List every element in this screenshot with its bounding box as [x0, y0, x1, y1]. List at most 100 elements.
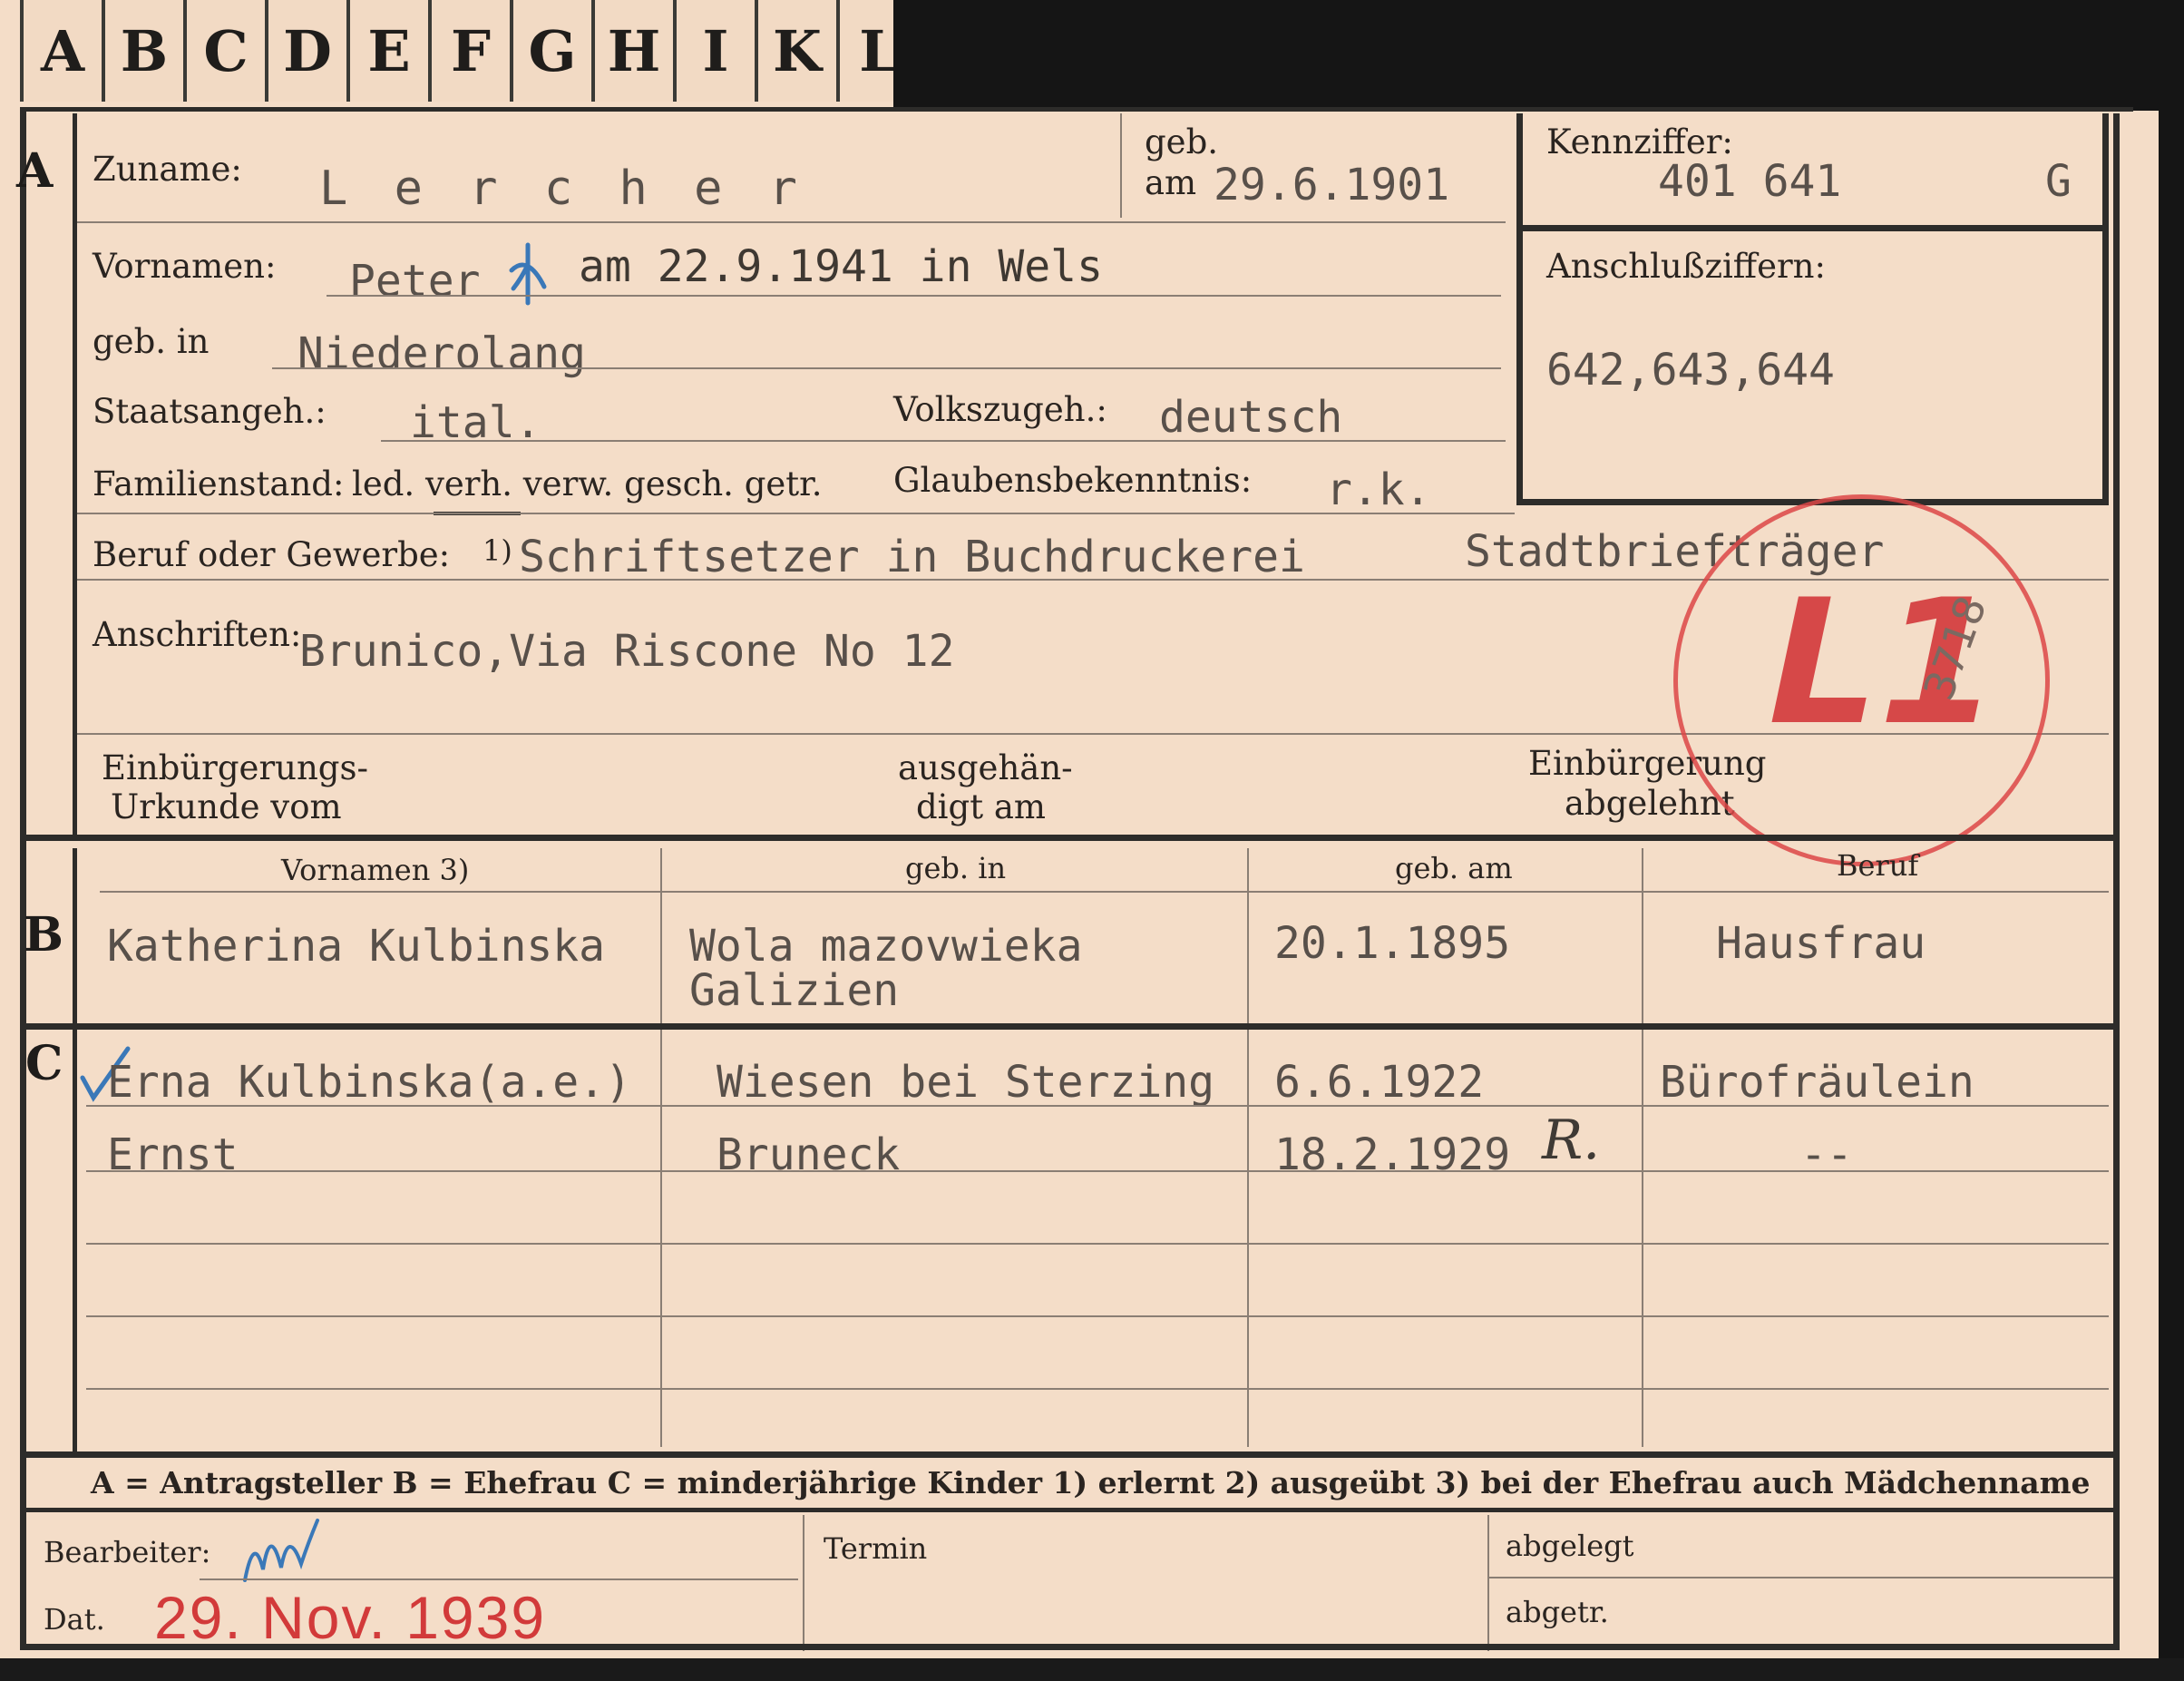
- legend-text: A = Antragsteller B = Ehefrau C = minder…: [91, 1465, 2091, 1500]
- beruf-label: Beruf oder Gewerbe:: [93, 535, 451, 574]
- spouse-header-rule: [100, 891, 2109, 893]
- familienstand-options: led. verh. verw. gesch. getr.: [352, 464, 823, 503]
- kennziffer-box-left: [1516, 113, 1523, 505]
- index-tab-e[interactable]: E: [350, 0, 432, 102]
- geb-divider: [1120, 113, 1122, 218]
- index-tab-b[interactable]: B: [105, 0, 187, 102]
- section-b-letter: B: [24, 907, 63, 963]
- l1-stamp-text: L1: [1747, 562, 2020, 763]
- geb-in-rule: [272, 367, 1501, 369]
- child-rule-2: [86, 1170, 2109, 1172]
- geb-label: geb.: [1145, 122, 1219, 161]
- child-1-geb-am: 6.6.1922: [1274, 1057, 1485, 1108]
- abgelegt-label: abgelegt: [1506, 1529, 1634, 1563]
- abgelegt-rule: [1487, 1577, 2113, 1578]
- familienstand-label: Familienstand:: [93, 464, 345, 503]
- kennziffer-value: 401 641: [1658, 156, 1842, 207]
- child-2-handwritten-mark: R.: [1542, 1109, 1601, 1172]
- right-border: [2113, 113, 2120, 1647]
- geb-in-value: Niederolang: [297, 328, 586, 379]
- death-note: am 22.9.1941 in Wels: [579, 241, 1103, 292]
- anschrift-value: Brunico,Via Riscone No 12: [299, 626, 955, 677]
- index-tab-f[interactable]: F: [432, 0, 513, 102]
- ausgeh-label-2: digt am: [916, 787, 1046, 826]
- section-bc-margin-line: [73, 848, 77, 1451]
- glauben-label: Glaubensbekenntnis:: [893, 461, 1253, 500]
- col-divider-1: [660, 848, 662, 1447]
- col-divider-2: [1247, 848, 1249, 1447]
- index-tab-d[interactable]: D: [268, 0, 350, 102]
- card-right-edge: [2159, 0, 2184, 1681]
- spouse-header-geb-am: geb. am: [1395, 851, 1513, 885]
- child-2-geb-am: 18.2.1929: [1274, 1129, 1511, 1180]
- top-rule: [20, 107, 2133, 112]
- section-b-top-rule: [20, 835, 2115, 841]
- child-2-beruf: --: [1800, 1129, 1853, 1180]
- vornamen-label: Vornamen:: [93, 247, 277, 286]
- index-tab-g[interactable]: G: [513, 0, 595, 102]
- child-1-beruf: Bürofräulein: [1660, 1057, 1974, 1108]
- child-2-geb-in: Bruneck: [717, 1129, 901, 1180]
- vornamen-value: Peter: [349, 256, 481, 307]
- einb-label-1: Einbürgerungs-: [102, 748, 368, 787]
- zuname-value: L e r c h e r: [319, 161, 806, 216]
- staat-rule: [381, 440, 1506, 442]
- card-bottom-edge: [0, 1658, 2184, 1681]
- spouse-geb-in-1: Wola mazovwieka: [689, 921, 1083, 972]
- index-tab-i[interactable]: I: [677, 0, 758, 102]
- spouse-geb-am: 20.1.1895: [1274, 918, 1511, 969]
- section-c-letter: C: [25, 1036, 63, 1091]
- legend-top-rule: [20, 1451, 2115, 1458]
- left-border: [20, 107, 26, 1649]
- index-tab-k[interactable]: K: [758, 0, 840, 102]
- spouse-geb-in-2: Galizien: [689, 965, 900, 1016]
- index-tab-a[interactable]: A: [20, 0, 105, 102]
- termin-label: Termin: [824, 1531, 928, 1566]
- vornamen-rule: [327, 295, 1501, 297]
- bearbeiter-label: Bearbeiter:: [44, 1535, 211, 1569]
- staat-label: Staatsangeh.:: [93, 392, 327, 431]
- child-1-geb-in: Wiesen bei Sterzing: [717, 1057, 1215, 1108]
- spouse-name: Katherina Kulbinska: [107, 921, 606, 972]
- footer-divider-1: [803, 1515, 804, 1651]
- section-c-top-rule: [20, 1023, 2115, 1030]
- anschluss-label: Anschlußziffern:: [1546, 247, 1826, 286]
- child-rule-4: [86, 1315, 2109, 1317]
- bearbeiter-rule: [200, 1578, 798, 1580]
- geb-am-value: 29.6.1901: [1214, 160, 1450, 210]
- card-bottom-rule: [20, 1644, 2120, 1650]
- child-rule-3: [86, 1243, 2109, 1245]
- geb-am-label: am: [1145, 163, 1197, 202]
- index-tab-c[interactable]: C: [187, 0, 268, 102]
- col-divider-3: [1642, 848, 1643, 1447]
- footer-divider-2: [1487, 1515, 1489, 1651]
- index-tabs: A B C D E F G H I K L: [20, 0, 921, 107]
- abgetr-label: abgetr.: [1506, 1595, 1609, 1629]
- kennziffer-box-right: [2102, 113, 2109, 505]
- familienstand-rule: [77, 513, 1515, 514]
- beruf-footnote: 1): [483, 533, 512, 568]
- card-background-edge: [893, 0, 2184, 111]
- glauben-value: r.k.: [1326, 464, 1431, 515]
- bearbeiter-initials-icon: [243, 1519, 319, 1582]
- index-tab-h[interactable]: H: [595, 0, 677, 102]
- ausgeh-label-1: ausgehän-: [898, 748, 1073, 787]
- child-1-name: Erna Kulbinska(a.e.): [107, 1057, 631, 1108]
- spouse-header-beruf: Beruf: [1837, 848, 1919, 883]
- registration-card: A B C D E F G H I K L A B C Zuname: L e …: [0, 0, 2184, 1681]
- volk-label: Volkszugeh.:: [893, 390, 1107, 429]
- spouse-beruf: Hausfrau: [1716, 918, 1926, 969]
- kennziffer-suffix: G: [2045, 156, 2072, 207]
- volk-value: deutsch: [1159, 392, 1343, 443]
- einb-label-2: Urkunde vom: [111, 787, 342, 826]
- anschrift-label: Anschriften:: [93, 615, 302, 654]
- geb-in-label: geb. in: [93, 322, 210, 361]
- death-cross-icon: [509, 242, 547, 306]
- legend-bottom-rule: [20, 1508, 2115, 1512]
- dat-label: Dat.: [44, 1602, 105, 1637]
- kennziffer-divider: [1516, 225, 2109, 231]
- child-rule-5: [86, 1388, 2109, 1390]
- beruf-value-learned: Schriftsetzer in Buchdruckerei: [519, 532, 1305, 582]
- child-2-name: Ernst: [107, 1129, 239, 1180]
- zuname-rule: [77, 221, 1506, 223]
